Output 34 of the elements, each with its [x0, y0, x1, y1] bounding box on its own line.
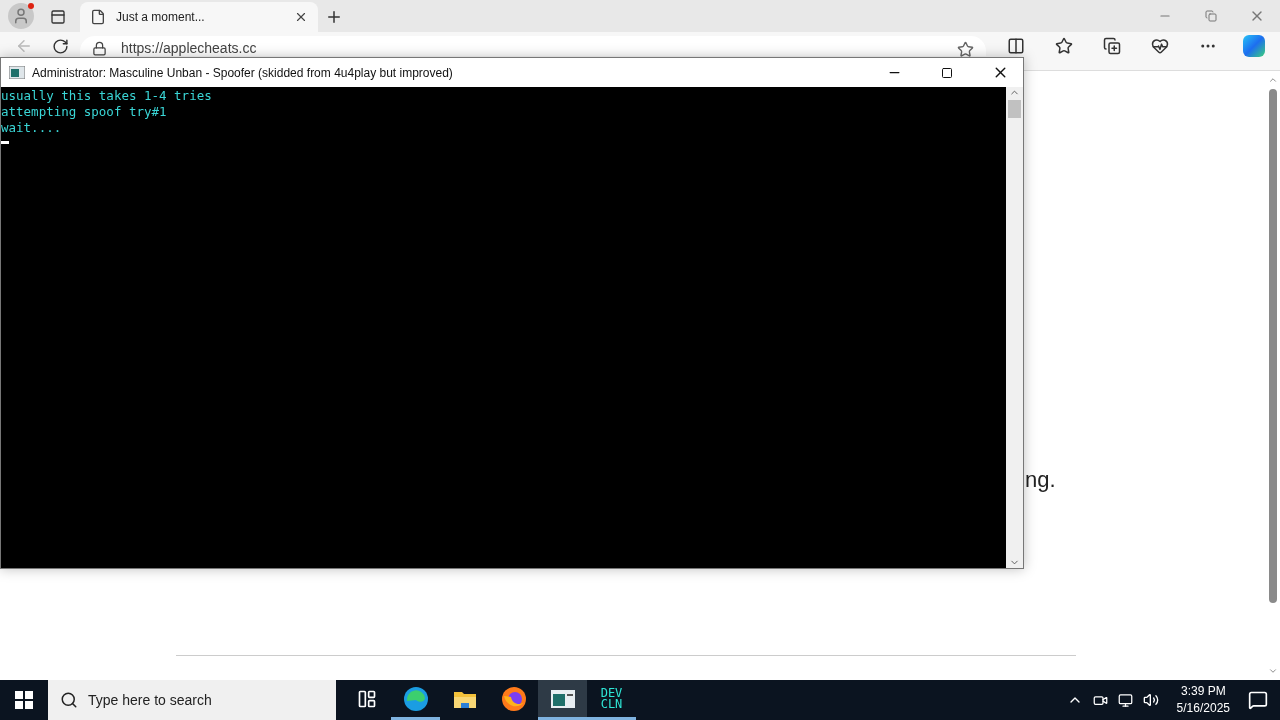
- scroll-thumb[interactable]: [1269, 89, 1277, 603]
- taskbar-app[interactable]: [538, 680, 587, 720]
- app-label: DEV CLN: [599, 687, 624, 710]
- clock[interactable]: 3:39 PM 5/16/2025: [1176, 683, 1230, 717]
- search-field[interactable]: Type here to search: [48, 680, 336, 720]
- task-view-icon: [356, 688, 377, 709]
- window-title: Administrator: Masculine Unban - Spoofer (skidded from 4u4play but improved): [32, 65, 454, 80]
- volume-icon[interactable]: [1142, 692, 1159, 708]
- clock-time: 3:39 PM: [1180, 683, 1226, 700]
- close-icon[interactable]: [294, 10, 308, 24]
- terminal-line: wait....: [1, 120, 63, 136]
- fox-globe-icon: [500, 685, 527, 712]
- browser-tab[interactable]: Just a moment...: [80, 2, 318, 32]
- browser-swirl-icon: [402, 685, 429, 712]
- notifications-icon[interactable]: [1248, 690, 1268, 710]
- terminal-line: usually this takes 1-4 tries: [1, 88, 213, 104]
- scroll-thumb[interactable]: [1008, 100, 1021, 118]
- scrollbar[interactable]: [1006, 87, 1023, 568]
- console-window-icon: [550, 689, 575, 708]
- url-text: https://applecheats.cc: [121, 41, 258, 56]
- tab-title: Just a moment...: [116, 10, 206, 24]
- favorite-icon[interactable]: [957, 41, 974, 58]
- page-icon: [90, 9, 106, 25]
- page-text: ng.: [1025, 467, 1056, 493]
- console-window-icon: [9, 66, 25, 79]
- profile-avatar[interactable]: [8, 3, 34, 29]
- windows-icon: [15, 691, 33, 709]
- network-icon[interactable]: [1117, 692, 1133, 708]
- terminal-line: attempting spoof try#1: [1, 104, 168, 120]
- lock-icon: [92, 41, 107, 56]
- address-bar[interactable]: https://applecheats.cc: [80, 36, 986, 56]
- search-icon: [60, 691, 78, 709]
- clock-date: 5/16/2025: [1176, 700, 1230, 717]
- taskbar-app[interactable]: DEV CLN: [587, 680, 636, 720]
